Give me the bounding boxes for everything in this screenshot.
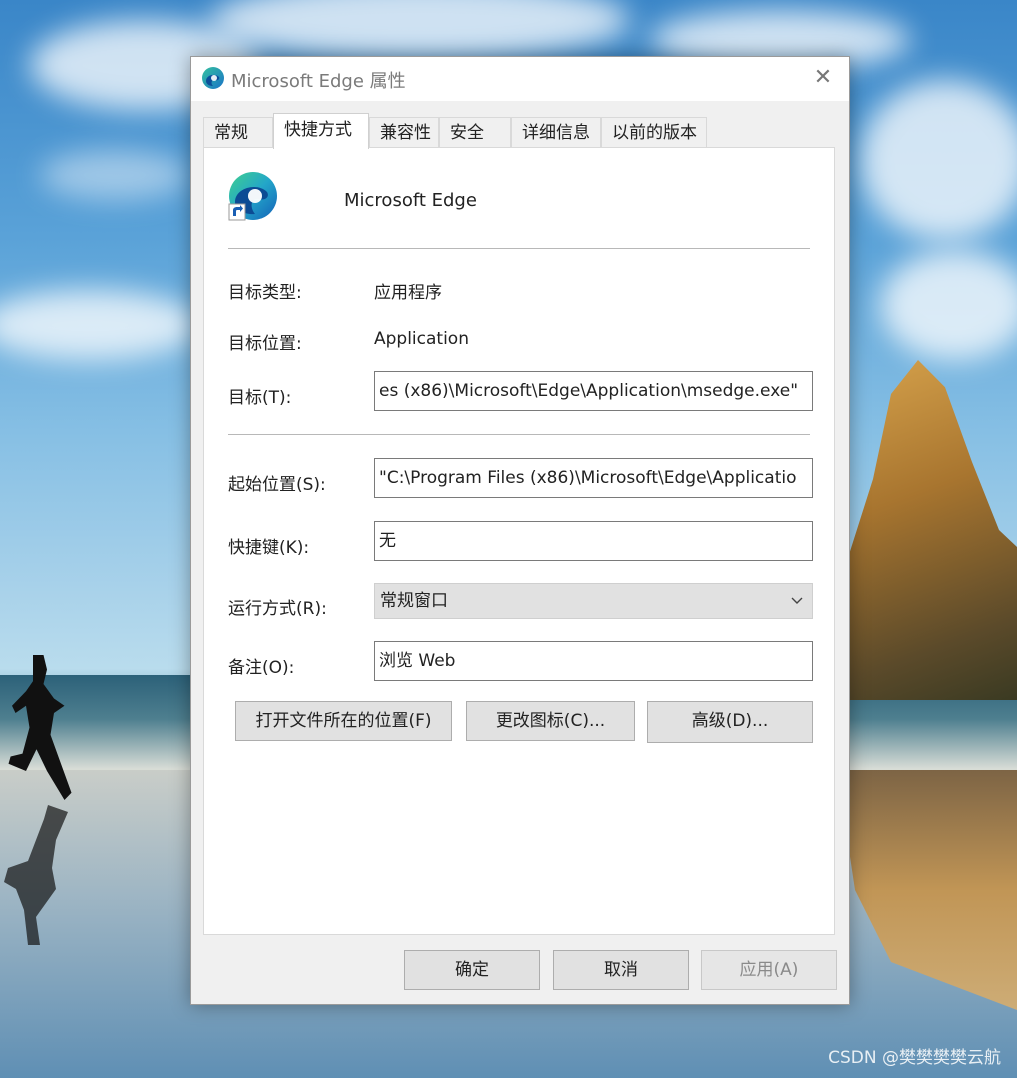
tab-security[interactable]: 安全 xyxy=(439,117,511,147)
tab-previous-versions[interactable]: 以前的版本 xyxy=(601,117,707,147)
hotkey-input[interactable]: 无 xyxy=(374,521,813,561)
apply-button[interactable]: 应用(A) xyxy=(701,950,837,990)
chevron-down-icon xyxy=(790,584,804,630)
runner-silhouette xyxy=(8,655,72,800)
shortcut-panel: Microsoft Edge 目标类型: 应用程序 目标位置: Applicat… xyxy=(203,147,835,935)
target-location-label: 目标位置: xyxy=(228,334,302,354)
tab-compatibility[interactable]: 兼容性 xyxy=(369,117,439,147)
properties-dialog: Microsoft Edge 属性 ✕ 常规 快捷方式 兼容性 安全 详细信息 … xyxy=(190,56,850,1005)
tab-shortcut[interactable]: 快捷方式 xyxy=(273,113,369,149)
tab-general[interactable]: 常规 xyxy=(203,117,273,147)
cancel-button[interactable]: 取消 xyxy=(553,950,689,990)
target-input[interactable]: es (x86)\Microsoft\Edge\Application\msed… xyxy=(374,371,813,411)
title-bar[interactable]: Microsoft Edge 属性 ✕ xyxy=(191,57,849,101)
comment-input[interactable]: 浏览 Web xyxy=(374,641,813,681)
change-icon-button[interactable]: 更改图标(C)... xyxy=(466,701,635,741)
start-in-input[interactable]: "C:\Program Files (x86)\Microsoft\Edge\A… xyxy=(374,458,813,498)
edge-icon xyxy=(201,66,225,90)
hotkey-label: 快捷键(K): xyxy=(228,538,310,558)
advanced-button[interactable]: 高级(D)... xyxy=(647,701,813,743)
close-icon[interactable]: ✕ xyxy=(811,66,835,90)
comment-label: 备注(O): xyxy=(228,658,295,678)
divider xyxy=(228,248,810,249)
rock-formation xyxy=(837,360,1017,700)
target-label: 目标(T): xyxy=(228,388,292,408)
run-select-value: 常规窗口 xyxy=(380,591,448,611)
ok-button[interactable]: 确定 xyxy=(404,950,540,990)
window-title: Microsoft Edge 属性 xyxy=(231,71,406,92)
target-type-value: 应用程序 xyxy=(374,283,442,303)
edge-shortcut-icon xyxy=(227,170,279,222)
run-label: 运行方式(R): xyxy=(228,599,327,619)
tab-details[interactable]: 详细信息 xyxy=(511,117,601,147)
run-select[interactable]: 常规窗口 xyxy=(374,583,813,619)
divider xyxy=(228,434,810,435)
open-file-location-button[interactable]: 打开文件所在的位置(F) xyxy=(235,701,452,741)
app-name: Microsoft Edge xyxy=(344,190,477,211)
target-location-value: Application xyxy=(374,329,469,349)
target-type-label: 目标类型: xyxy=(228,283,302,303)
start-in-label: 起始位置(S): xyxy=(228,475,326,495)
watermark: CSDN @樊樊樊樊云航 xyxy=(828,1048,1001,1068)
